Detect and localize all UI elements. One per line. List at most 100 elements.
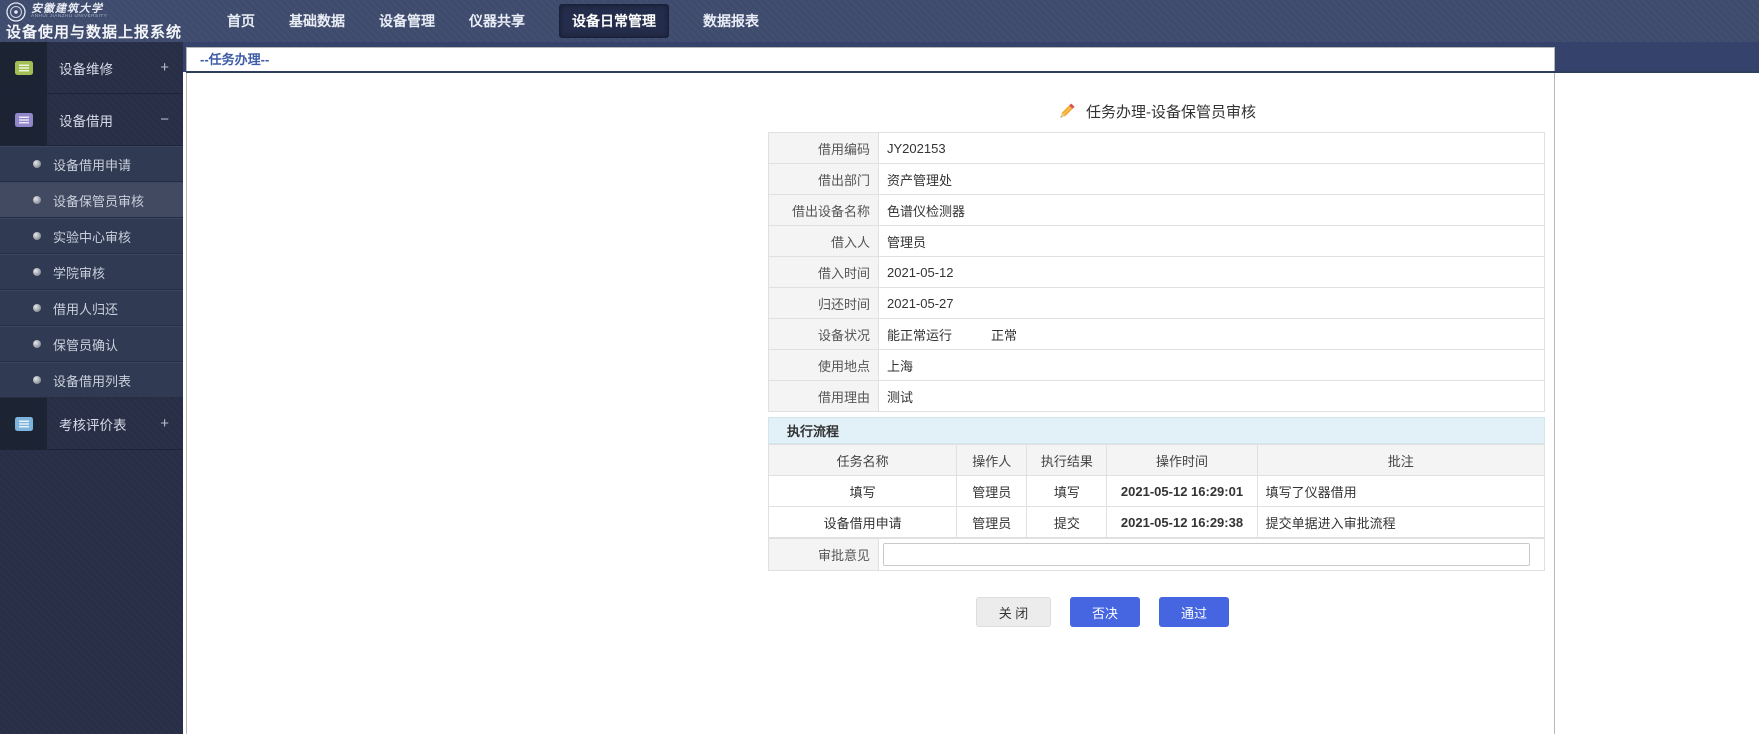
opinion-table: 审批意见	[768, 538, 1545, 571]
submenu-item-label: 保管员确认	[53, 337, 119, 353]
submenu-item-label: 实验中心审核	[53, 229, 132, 245]
reject-button[interactable]: 否决	[1070, 597, 1140, 627]
process-header-row: 任务名称 操作人 执行结果 操作时间 批注	[767, 444, 1546, 476]
sidebar-group-equipment-borrow[interactable]: 设备借用 −	[0, 94, 183, 146]
process-cell: 提交	[1026, 506, 1108, 538]
pencil-icon	[1060, 103, 1075, 118]
main-content: --任务办理-- 任务办理-设备保管员审核 借用编码 JY202153 借出部门 资产…	[183, 42, 1759, 734]
process-body: 填写 管理员 填写 2021-05-12 16:29:01 填写了仪器借用 设备借用申请管…	[767, 475, 1546, 538]
process-column-header: 批注	[1256, 444, 1546, 476]
bullet-dot-icon	[33, 376, 41, 384]
bullet-dot-icon	[33, 304, 41, 312]
close-button[interactable]: 关 闭	[976, 597, 1051, 627]
nav-item-equipment-mgmt[interactable]: 设备管理	[379, 11, 435, 31]
sidebar-item-borrow-list[interactable]: 设备借用列表	[0, 362, 183, 398]
opinion-row: 审批意见	[768, 538, 1545, 571]
task-form: 任务办理-设备保管员审核 借用编码 JY202153 借出部门 资产管理处 借出设备名称…	[767, 94, 1546, 627]
detail-label: 设备状况	[768, 318, 879, 350]
menu-list-icon	[14, 60, 33, 75]
detail-label: 借用编码	[768, 132, 879, 164]
approval-opinion-input[interactable]	[883, 543, 1530, 566]
process-column-header: 操作人	[956, 444, 1028, 476]
process-cell: 管理员	[956, 506, 1028, 538]
detail-label: 使用地点	[768, 349, 879, 381]
process-cell: 2021-05-12 16:29:01	[1106, 475, 1258, 507]
university-name-en: ANHUI JIANZHU UNIVERSITY	[31, 13, 108, 19]
detail-row: 借入人 管理员	[768, 225, 1545, 257]
process-cell: 2021-05-12 16:29:38	[1106, 506, 1258, 538]
menu-list-icon	[14, 112, 33, 127]
sidebar-item-custodian-confirm[interactable]: 保管员确认	[0, 326, 183, 362]
sidebar-item-custodian-review[interactable]: 设备保管员审核	[0, 182, 183, 218]
process-cell: 填写	[767, 475, 958, 507]
system-title: 设备使用与数据上报系统	[6, 24, 183, 41]
detail-label: 借入人	[768, 225, 879, 257]
detail-row: 借出设备名称 色谱仪检测器	[768, 194, 1545, 226]
process-cell: 填写了仪器借用	[1256, 475, 1546, 507]
opinion-label: 审批意见	[768, 538, 879, 571]
plus-icon: +	[160, 59, 169, 76]
nav-item-basic-data[interactable]: 基础数据	[289, 11, 345, 31]
breadcrumb: --任务办理--	[186, 47, 1759, 73]
bullet-dot-icon	[33, 232, 41, 240]
detail-row: 设备状况 能正常运行 正常	[768, 318, 1545, 350]
borrow-detail-body: 借用编码 JY202153 借出部门 资产管理处 借出设备名称 色谱仪检测器 借入人 管理员借…	[768, 132, 1545, 412]
plus-icon: +	[160, 415, 169, 432]
sidebar-item-college-review[interactable]: 学院审核	[0, 254, 183, 290]
detail-label: 借出部门	[768, 163, 879, 195]
nav-item-home[interactable]: 首页	[227, 11, 255, 31]
group-label: 设备借用	[59, 113, 113, 129]
process-column-header: 任务名称	[767, 444, 958, 476]
university-name-cn: 安徽建筑大学	[31, 2, 103, 15]
detail-value: 色谱仪检测器	[878, 194, 1545, 226]
detail-value: 资产管理处	[878, 163, 1545, 195]
bullet-dot-icon	[33, 196, 41, 204]
top-nav-items: 首页 基础数据 设备管理 仪器共享 设备日常管理 数据报表	[227, 4, 759, 38]
sidebar-group-equipment-repair[interactable]: 设备维修 +	[0, 42, 183, 94]
detail-label: 借用理由	[768, 380, 879, 412]
menu-list-icon	[14, 416, 33, 431]
detail-row: 借用编码 JY202153	[768, 132, 1545, 164]
process-cell: 设备借用申请	[767, 506, 958, 538]
sidebar-group-assessment[interactable]: 考核评价表 +	[0, 398, 183, 450]
process-cell: 提交单据进入审批流程	[1256, 506, 1546, 538]
detail-row: 借入时间 2021-05-12	[768, 256, 1545, 288]
group-icon-cell	[0, 398, 47, 449]
detail-label: 借出设备名称	[768, 194, 879, 226]
detail-value: 测试	[878, 380, 1545, 412]
nav-item-instrument-sharing[interactable]: 仪器共享	[469, 11, 525, 31]
process-cell: 填写	[1026, 475, 1108, 507]
borrow-detail-table: 借用编码 JY202153 借出部门 资产管理处 借出设备名称 色谱仪检测器 借入人 管理员借…	[768, 132, 1545, 412]
group-icon-cell	[0, 94, 47, 145]
approve-button[interactable]: 通过	[1159, 597, 1229, 627]
process-cell: 管理员	[956, 475, 1028, 507]
submenu-item-label: 设备借用申请	[53, 157, 132, 173]
group-icon-cell	[0, 42, 47, 93]
submenu-item-label: 设备借用列表	[53, 373, 132, 389]
nav-item-daily-mgmt[interactable]: 设备日常管理	[559, 4, 669, 38]
group-label: 设备维修	[59, 61, 113, 77]
nav-item-data-report[interactable]: 数据报表	[703, 11, 759, 31]
sidebar-item-borrower-return[interactable]: 借用人归还	[0, 290, 183, 326]
bullet-dot-icon	[33, 160, 41, 168]
submenu-item-label: 借用人归还	[53, 301, 119, 317]
sidebar: 设备维修 + 设备借用 − 设备借用申请 设备保管员审核 实验中心审核学院审核借用人归还保管…	[0, 42, 183, 734]
detail-value: 能正常运行 正常	[878, 318, 1545, 350]
process-column-header: 操作时间	[1106, 444, 1258, 476]
detail-value: 2021-05-27	[878, 287, 1545, 319]
process-table: 任务名称 操作人 执行结果 操作时间 批注 填写 管理员 填写 2021-05-12 16:2…	[767, 444, 1546, 538]
top-navbar: 安徽建筑大学 ANHUI JIANZHU UNIVERSITY 设备使用与数据上…	[0, 0, 1759, 42]
sidebar-item-lab-center-review[interactable]: 实验中心审核	[0, 218, 183, 254]
sidebar-item-borrow-apply[interactable]: 设备借用申请	[0, 146, 183, 182]
detail-row: 使用地点 上海	[768, 349, 1545, 381]
form-title-row: 任务办理-设备保管员审核	[768, 94, 1545, 128]
minus-icon: −	[160, 111, 169, 128]
detail-row: 借出部门 资产管理处	[768, 163, 1545, 195]
detail-value: 2021-05-12	[878, 256, 1545, 288]
detail-value: 管理员	[878, 225, 1545, 257]
form-title: 任务办理-设备保管员审核	[1086, 103, 1256, 121]
submenu-item-label: 设备保管员审核	[53, 193, 145, 209]
app-logo: 安徽建筑大学 ANHUI JIANZHU UNIVERSITY 设备使用与数据上…	[0, 0, 183, 42]
process-section-header: 执行流程	[768, 417, 1545, 444]
process-row: 设备借用申请 管理员 提交 2021-05-12 16:29:38 提交单据进入审批流程	[767, 506, 1546, 538]
